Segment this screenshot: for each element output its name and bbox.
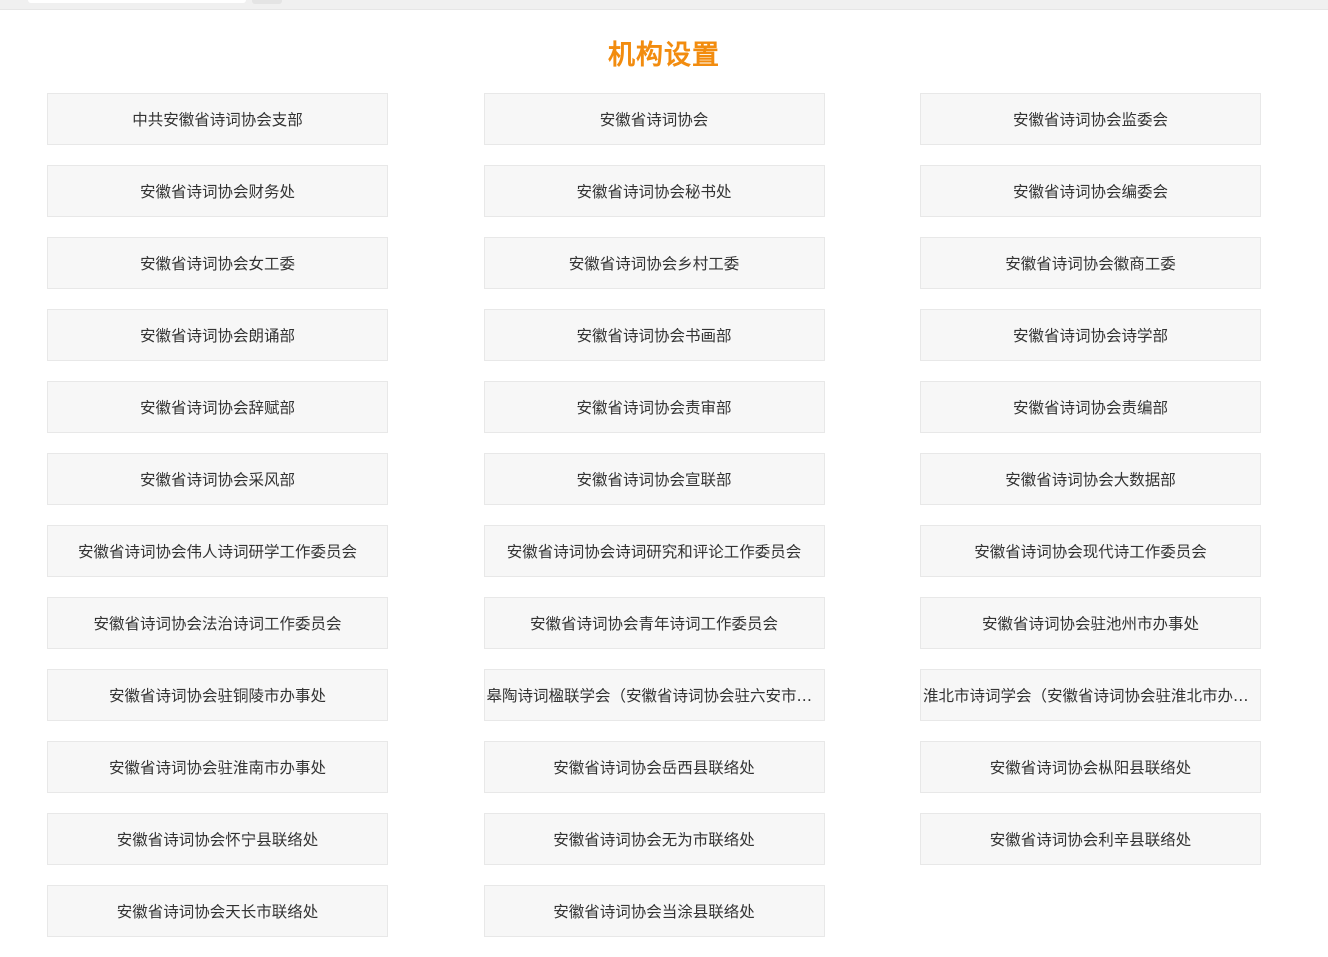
organization-item-label: 安徽省诗词协会枞阳县联络处 <box>989 759 1192 777</box>
organization-item[interactable]: 安徽省诗词协会驻铜陵市办事处 <box>47 669 388 721</box>
organization-item[interactable]: 安徽省诗词协会枞阳县联络处 <box>920 741 1261 793</box>
organization-item[interactable]: 安徽省诗词协会大数据部 <box>920 453 1261 505</box>
organization-item-label: 安徽省诗词协会无为市联络处 <box>553 831 755 849</box>
organization-item-label: 安徽省诗词协会怀宁县联络处 <box>116 831 319 849</box>
organization-item-label: 安徽省诗词协会徽商工委 <box>1005 255 1176 273</box>
organization-item[interactable]: 安徽省诗词协会青年诗词工作委员会 <box>483 597 825 649</box>
organization-item[interactable]: 安徽省诗词协会女工委 <box>47 237 388 289</box>
organization-item[interactable]: 安徽省诗词协会伟人诗词研学工作委员会 <box>47 525 388 577</box>
organization-item-label: 安徽省诗词协会辞赋部 <box>139 399 295 417</box>
organization-item[interactable]: 淮北市诗词学会（安徽省诗词协会驻淮北市办事处） <box>920 669 1261 721</box>
organization-item[interactable]: 安徽省诗词协会现代诗工作委员会 <box>920 525 1261 577</box>
organization-item-label: 安徽省诗词协会诗学部 <box>1012 327 1168 345</box>
organization-item-label: 安徽省诗词协会法治诗词工作委员会 <box>93 615 342 633</box>
organization-item-label: 安徽省诗词协会利辛县联络处 <box>989 831 1192 849</box>
organization-item[interactable]: 安徽省诗词协会采风部 <box>47 453 388 505</box>
organization-item-label: 安徽省诗词协会岳西县联络处 <box>553 759 755 777</box>
organization-item-label: 安徽省诗词协会监委会 <box>1012 111 1168 129</box>
organization-item-label: 安徽省诗词协会财务处 <box>139 183 295 201</box>
organization-item-label: 安徽省诗词协会诗词研究和评论工作委员会 <box>506 543 802 561</box>
organization-item-label: 安徽省诗词协会 <box>599 111 709 129</box>
organization-item-label: 安徽省诗词协会大数据部 <box>1005 471 1176 489</box>
organization-item-label: 安徽省诗词协会现代诗工作委员会 <box>974 543 1207 561</box>
organization-item-label: 安徽省诗词协会书画部 <box>576 327 732 345</box>
organization-item[interactable]: 安徽省诗词协会驻淮南市办事处 <box>47 741 388 793</box>
organization-item-label: 安徽省诗词协会采风部 <box>139 471 295 489</box>
organization-item-label: 安徽省诗词协会伟人诗词研学工作委员会 <box>77 543 357 561</box>
organization-item-label: 安徽省诗词协会天长市联络处 <box>116 903 319 921</box>
organization-item-label: 皋陶诗词楹联学会（安徽省诗词协会驻六安市办事处） <box>486 687 822 705</box>
organization-item[interactable]: 皋陶诗词楹联学会（安徽省诗词协会驻六安市办事处） <box>483 669 825 721</box>
organization-item[interactable]: 安徽省诗词协会责编部 <box>920 381 1261 433</box>
organization-item[interactable]: 中共安徽省诗词协会支部 <box>47 93 388 145</box>
organization-item-label: 安徽省诗词协会乡村工委 <box>568 255 740 273</box>
organization-item[interactable]: 安徽省诗词协会天长市联络处 <box>47 885 388 937</box>
organization-item[interactable]: 安徽省诗词协会编委会 <box>920 165 1261 217</box>
page-title: 机构设置 <box>608 40 720 72</box>
organization-item[interactable]: 安徽省诗词协会诗词研究和评论工作委员会 <box>483 525 825 577</box>
organization-item-label: 安徽省诗词协会编委会 <box>1012 183 1168 201</box>
organization-item[interactable]: 安徽省诗词协会无为市联络处 <box>483 813 825 865</box>
organization-item[interactable]: 安徽省诗词协会徽商工委 <box>920 237 1261 289</box>
organization-item[interactable]: 安徽省诗词协会监委会 <box>920 93 1261 145</box>
organization-item-label: 安徽省诗词协会秘书处 <box>576 183 732 201</box>
organization-item[interactable]: 安徽省诗词协会财务处 <box>47 165 388 217</box>
organization-item[interactable]: 安徽省诗词协会书画部 <box>483 309 825 361</box>
organization-item-label: 安徽省诗词协会女工委 <box>139 255 295 273</box>
organization-item-label: 安徽省诗词协会朗诵部 <box>139 327 295 345</box>
organization-item[interactable]: 安徽省诗词协会当涂县联络处 <box>483 885 825 937</box>
organization-item-label: 安徽省诗词协会青年诗词工作委员会 <box>529 615 778 633</box>
organization-item-label: 安徽省诗词协会责编部 <box>1012 399 1168 417</box>
organization-item[interactable]: 安徽省诗词协会驻池州市办事处 <box>920 597 1261 649</box>
organization-item[interactable]: 安徽省诗词协会朗诵部 <box>47 309 388 361</box>
organization-item[interactable]: 安徽省诗词协会 <box>483 93 825 145</box>
organization-item[interactable]: 安徽省诗词协会秘书处 <box>483 165 825 217</box>
organization-item[interactable]: 安徽省诗词协会利辛县联络处 <box>920 813 1261 865</box>
organization-item[interactable]: 安徽省诗词协会乡村工委 <box>483 237 825 289</box>
organization-item-label: 安徽省诗词协会驻池州市办事处 <box>981 615 1199 633</box>
organization-item-label: 安徽省诗词协会驻淮南市办事处 <box>108 759 326 777</box>
organization-item-label: 中共安徽省诗词协会支部 <box>132 111 303 129</box>
organization-item[interactable]: 安徽省诗词协会怀宁县联络处 <box>47 813 388 865</box>
organization-item-label: 安徽省诗词协会责审部 <box>576 399 732 417</box>
browser-tab[interactable] <box>28 0 246 3</box>
organization-item-label: 安徽省诗词协会驻铜陵市办事处 <box>108 687 326 705</box>
organization-item[interactable]: 安徽省诗词协会诗学部 <box>920 309 1261 361</box>
organization-item[interactable]: 安徽省诗词协会岳西县联络处 <box>483 741 825 793</box>
organization-item[interactable]: 安徽省诗词协会宣联部 <box>483 453 825 505</box>
organization-item-label: 淮北市诗词学会（安徽省诗词协会驻淮北市办事处） <box>923 687 1258 705</box>
organization-item[interactable]: 安徽省诗词协会法治诗词工作委员会 <box>47 597 388 649</box>
browser-tab[interactable] <box>252 0 282 4</box>
organization-item-label: 安徽省诗词协会当涂县联络处 <box>553 903 755 921</box>
organization-item[interactable]: 安徽省诗词协会责审部 <box>483 381 825 433</box>
organization-grid: 中共安徽省诗词协会支部 安徽省诗词协会 安徽省诗词协会监委会 安徽省诗词协会财务处 安徽… <box>47 93 1261 937</box>
organization-item[interactable]: 安徽省诗词协会辞赋部 <box>47 381 388 433</box>
organization-item-label: 安徽省诗词协会宣联部 <box>576 471 732 489</box>
browser-tab-strip <box>0 0 1328 10</box>
